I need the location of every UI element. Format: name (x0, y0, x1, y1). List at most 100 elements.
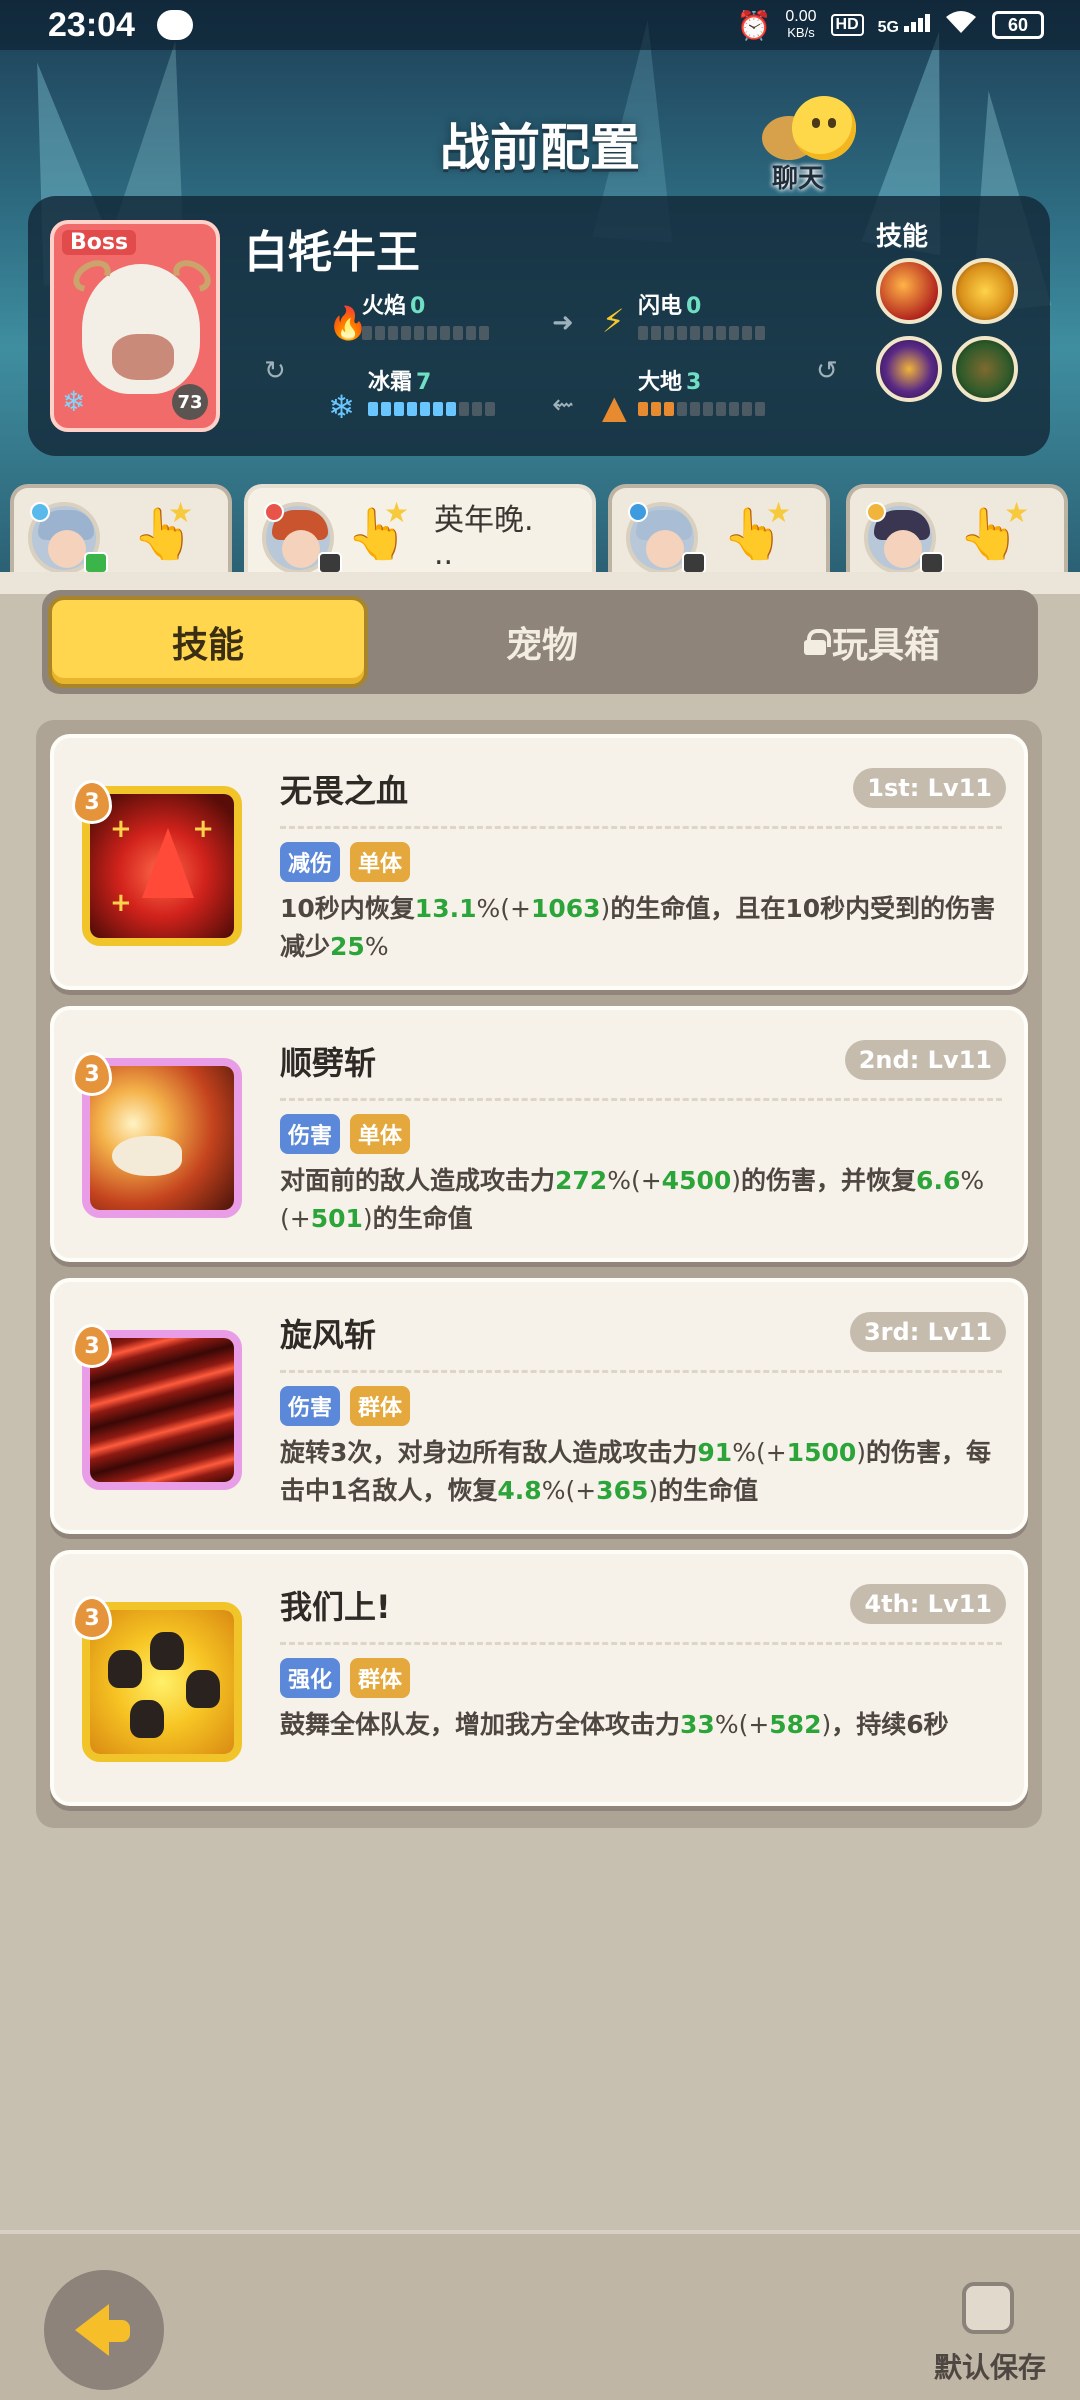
tab-pets[interactable]: 宠物 (382, 596, 702, 688)
tab-toybox[interactable]: 玩具箱 (712, 596, 1032, 688)
wifi-icon (944, 9, 978, 42)
boss-level: 73 (172, 384, 208, 420)
skill-level-badge: 3 (72, 1052, 112, 1096)
skill-card[interactable]: 3 我们上! 4th: Lv11 强化 群体 鼓舞全体队友，增加我方全体攻击力3… (50, 1550, 1028, 1806)
class-badge-icon (318, 552, 342, 574)
stat-segment (703, 402, 713, 416)
stat-segment (433, 402, 443, 416)
stat-lightning: 闪电 0 (638, 288, 788, 340)
stat-segment (677, 326, 687, 340)
skill-target-tag: 群体 (350, 1658, 411, 1698)
network-speed: 0.00 KB/s (785, 8, 817, 41)
ice-element-icon (30, 502, 50, 522)
skill-type-tag: 伤害 (280, 1386, 341, 1426)
stat-segment (479, 326, 489, 340)
stat-segment (755, 326, 765, 340)
stat-segment (651, 402, 661, 416)
water-element-icon (628, 502, 648, 522)
skill-slot-level: 4th: Lv11 (850, 1584, 1006, 1624)
boss-skills-label: 技能 (876, 222, 929, 252)
chat-button[interactable]: 聊天 (752, 92, 862, 194)
skill-card[interactable]: 3 顺劈斩 2nd: Lv11 伤害 单体 对面前的敌人造成攻击力272%(+4… (50, 1006, 1028, 1262)
skill-slot-level: 3rd: Lv11 (849, 1312, 1006, 1352)
character-slot-2[interactable]: ★ 👆 英年晚. .. (244, 484, 596, 580)
stat-earth: 大地 3 (638, 364, 788, 416)
skill-slot-level: 1st: Lv11 (853, 768, 1006, 808)
stat-segment (729, 326, 739, 340)
bottom-bar: 默认保存 (0, 2230, 1080, 2400)
character-slot-1[interactable]: ★ 👆 (10, 484, 232, 580)
earth-icon: ▲ (602, 388, 627, 426)
back-button[interactable] (44, 2270, 164, 2390)
cellular-signal-icon: 5G (878, 13, 930, 37)
stat-segment (716, 402, 726, 416)
stat-segment (453, 326, 463, 340)
stat-segment (407, 402, 417, 416)
character-slot-4[interactable]: ★ 👆 (846, 484, 1068, 580)
skill-level-badge: 3 (72, 1324, 112, 1368)
stat-segment (729, 402, 739, 416)
chat-emoji-icon (792, 96, 856, 160)
wechat-notification-icon (156, 10, 193, 40)
boss-skill-fire-icon[interactable] (876, 258, 942, 324)
lock-icon (803, 629, 831, 655)
stat-segment (440, 326, 450, 340)
skill-card[interactable]: 3 旋风斩 3rd: Lv11 伤害 群体 旋转3次，对身边所有敌人造成攻击力9… (50, 1278, 1028, 1534)
boss-tag: Boss (62, 230, 137, 255)
main-panel: 技能 宠物 玩具箱 3 + + + 无畏之血 1st: Lv11 减伤 单体 1… (0, 572, 1080, 2230)
boss-skill-horn-icon[interactable] (952, 258, 1018, 324)
stat-segment (638, 326, 648, 340)
stat-segment (664, 326, 674, 340)
stat-segment (742, 402, 752, 416)
boss-skill-roar-icon[interactable] (876, 336, 942, 402)
skill-list: 3 + + + 无畏之血 1st: Lv11 减伤 单体 10秒内恢复13.1%… (36, 720, 1042, 1828)
tap-hand-icon: 👆 (722, 505, 785, 563)
stat-segment (466, 326, 476, 340)
stat-segment (381, 402, 391, 416)
stat-segment (394, 402, 404, 416)
default-save-label: 默认保存 (934, 2351, 1047, 2384)
divider (280, 1098, 1002, 1101)
stat-segment (446, 402, 456, 416)
status-bar: 23:04 ⏰ 0.00 KB/s HD 5G 60 (0, 0, 1080, 50)
swap-arrow-icon-2: ⇜ (552, 390, 574, 420)
stat-segment (690, 402, 700, 416)
ice-icon: ❄ (328, 388, 355, 426)
boss-portrait[interactable]: Boss ❄ 73 (50, 220, 220, 432)
lightning-icon: ⚡ (602, 302, 625, 340)
default-save-checkbox[interactable] (962, 2282, 1014, 2334)
skill-description: 对面前的敌人造成攻击力272%(+4500)的伤害，并恢复6.6%(+501)的… (280, 1166, 985, 1233)
skill-name: 顺劈斩 (280, 1044, 377, 1082)
stat-segment (427, 326, 437, 340)
stat-segment (401, 326, 411, 340)
hd-indicator: HD (830, 14, 864, 36)
skill-target-tag: 单体 (350, 842, 411, 882)
stat-segment (755, 402, 765, 416)
stat-ice: 冰霜 7 (368, 364, 518, 416)
class-badge-icon (682, 552, 706, 574)
stat-segment (638, 402, 648, 416)
skill-description: 旋转3次，对身边所有敌人造成攻击力91%(+1500)的伤害，每击中1名敌人，恢… (280, 1438, 992, 1505)
stat-segment (459, 402, 469, 416)
stat-segment (485, 402, 495, 416)
divider (280, 1642, 1002, 1645)
skill-target-tag: 单体 (350, 1114, 411, 1154)
skill-card[interactable]: 3 + + + 无畏之血 1st: Lv11 减伤 单体 10秒内恢复13.1%… (50, 734, 1028, 990)
stat-segment (677, 402, 687, 416)
stat-segment (664, 402, 674, 416)
stat-segment (388, 326, 398, 340)
tap-hand-icon: 👆 (132, 505, 195, 563)
character-slot-3[interactable]: ★ 👆 (608, 484, 830, 580)
stat-segment (716, 326, 726, 340)
ice-element-icon: ❄ (62, 385, 86, 418)
stat-segment (690, 326, 700, 340)
tab-skills[interactable]: 技能 (48, 596, 368, 688)
divider (280, 826, 1002, 829)
stat-segment (703, 326, 713, 340)
skill-description: 鼓舞全体队友，增加我方全体攻击力33%(+582)，持续6秒 (280, 1710, 949, 1739)
skill-name: 我们上! (280, 1588, 391, 1626)
alarm-icon: ⏰ (736, 9, 772, 41)
battery-indicator: 60 (992, 11, 1044, 39)
cycle-arrow-icon: ↻ (264, 356, 286, 386)
boss-skill-guard-icon[interactable] (952, 336, 1018, 402)
